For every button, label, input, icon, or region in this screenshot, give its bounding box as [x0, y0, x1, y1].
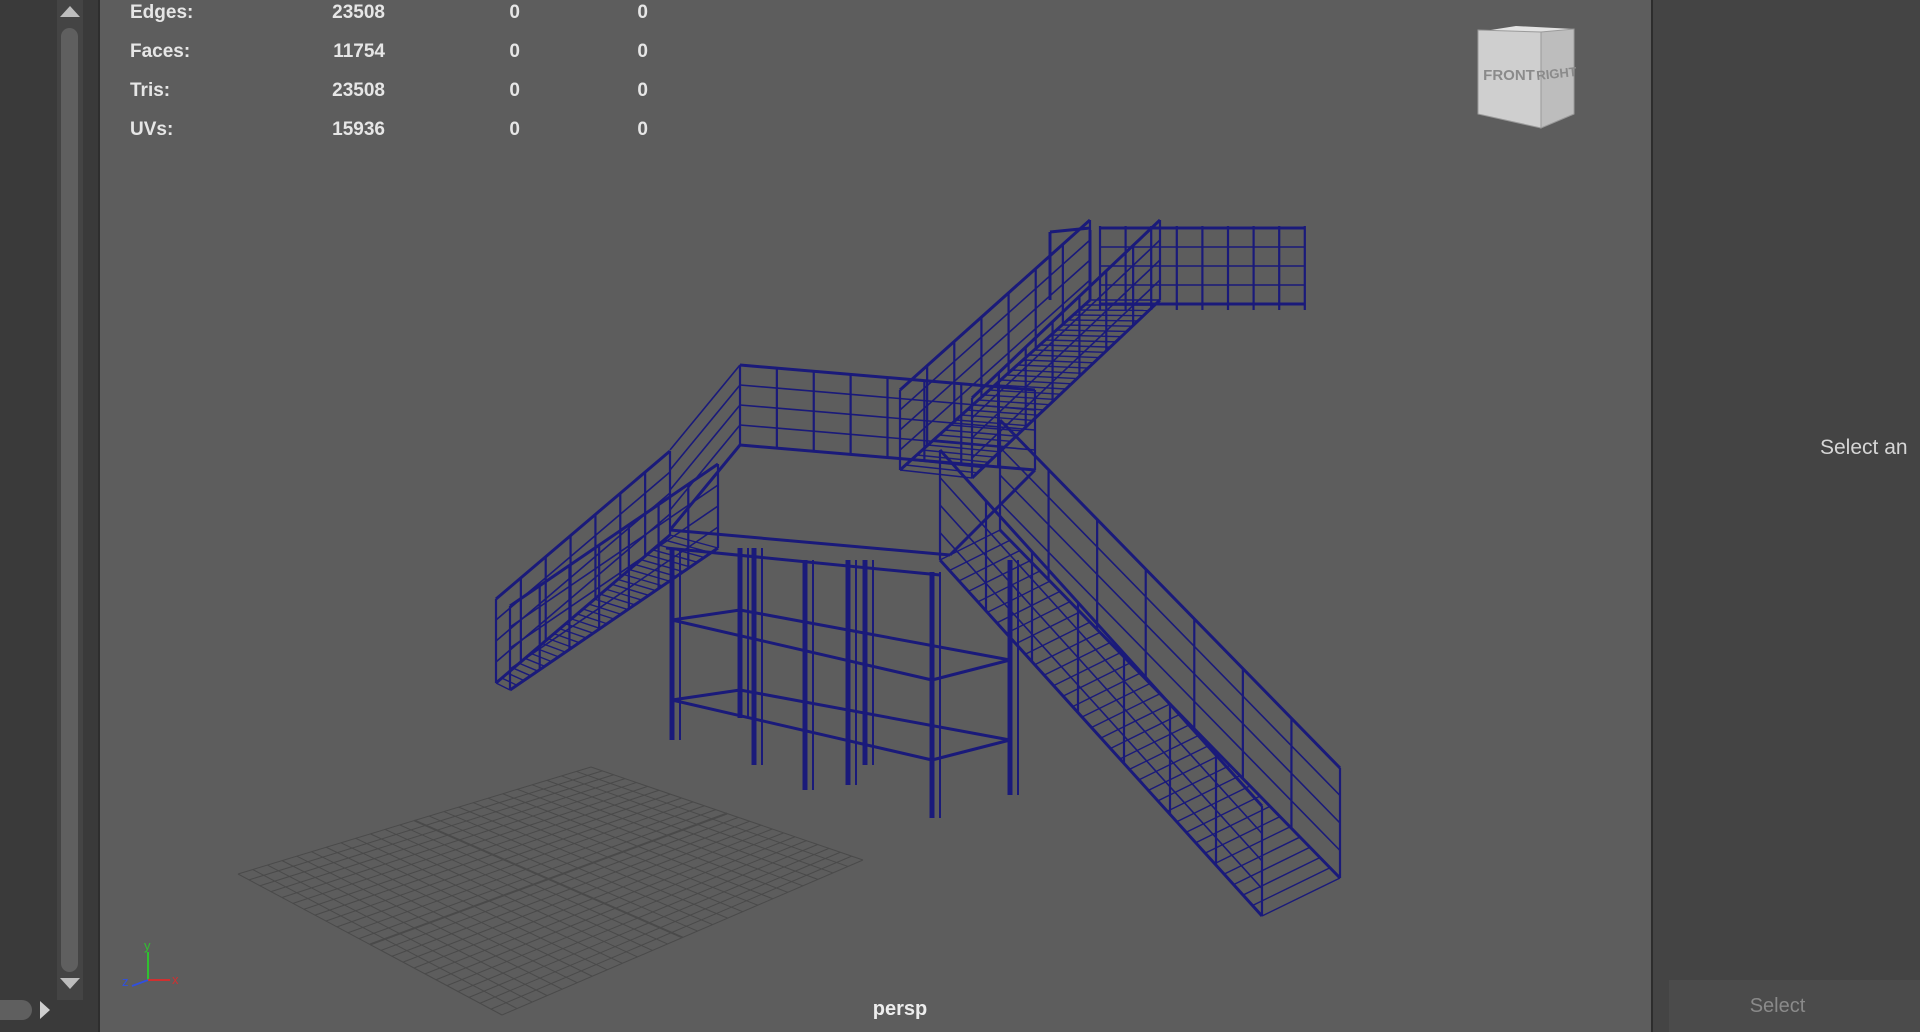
hud-label: Faces: — [130, 41, 191, 62]
hud-value-selected: 0 — [509, 119, 520, 140]
axis-x-label: x — [172, 972, 179, 987]
hud-value-total: 23508 — [332, 2, 385, 23]
left-scroll-thumb[interactable] — [61, 28, 78, 972]
hud-label: Tris: — [130, 80, 171, 101]
hud-label: UVs: — [130, 119, 174, 140]
left-panel — [0, 0, 98, 1032]
scroll-down-icon[interactable] — [60, 978, 80, 989]
hud-value-selected: 0 — [509, 80, 520, 101]
viewcube-icon[interactable]: FRONT RIGHT — [1476, 24, 1576, 134]
hud-value-total: 11754 — [333, 41, 385, 62]
camera-name-label: persp — [872, 998, 928, 1020]
ground-grid — [237, 766, 864, 1016]
hud-value-extra: 0 — [637, 119, 648, 140]
hud-value-total: 15936 — [332, 119, 385, 140]
hud-value-selected: 0 — [509, 2, 520, 23]
hud-value-total: 23508 — [332, 80, 385, 101]
scroll-up-icon[interactable] — [60, 6, 80, 17]
select-object-prompt: Select an — [1820, 436, 1908, 459]
viewcube-front-label[interactable]: FRONT — [1483, 67, 1535, 84]
hud-value-extra: 0 — [637, 80, 648, 101]
hud-label: Edges: — [130, 2, 194, 23]
hud-value-extra: 0 — [637, 41, 648, 62]
scroll-right-icon[interactable] — [40, 1001, 50, 1019]
attribute-editor-panel: Select an Select — [1653, 0, 1920, 1032]
select-button-label: Select — [1749, 995, 1806, 1017]
staircase-wireframe[interactable] — [494, 218, 1342, 918]
perspective-viewport[interactable]: Edges: 23508 0 0 Faces: 11754 0 0 Tris: … — [98, 0, 1651, 1032]
axis-z-label: z — [122, 974, 129, 989]
axis-y-label: y — [144, 938, 151, 953]
hud-value-selected: 0 — [509, 41, 520, 62]
left-horizontal-scroll-thumb[interactable] — [0, 1000, 32, 1020]
viewport-scene — [237, 218, 1342, 1016]
hud-value-extra: 0 — [637, 2, 648, 23]
axis-gizmo-icon: y x z — [122, 938, 179, 989]
select-button[interactable]: Select — [1669, 980, 1920, 1032]
